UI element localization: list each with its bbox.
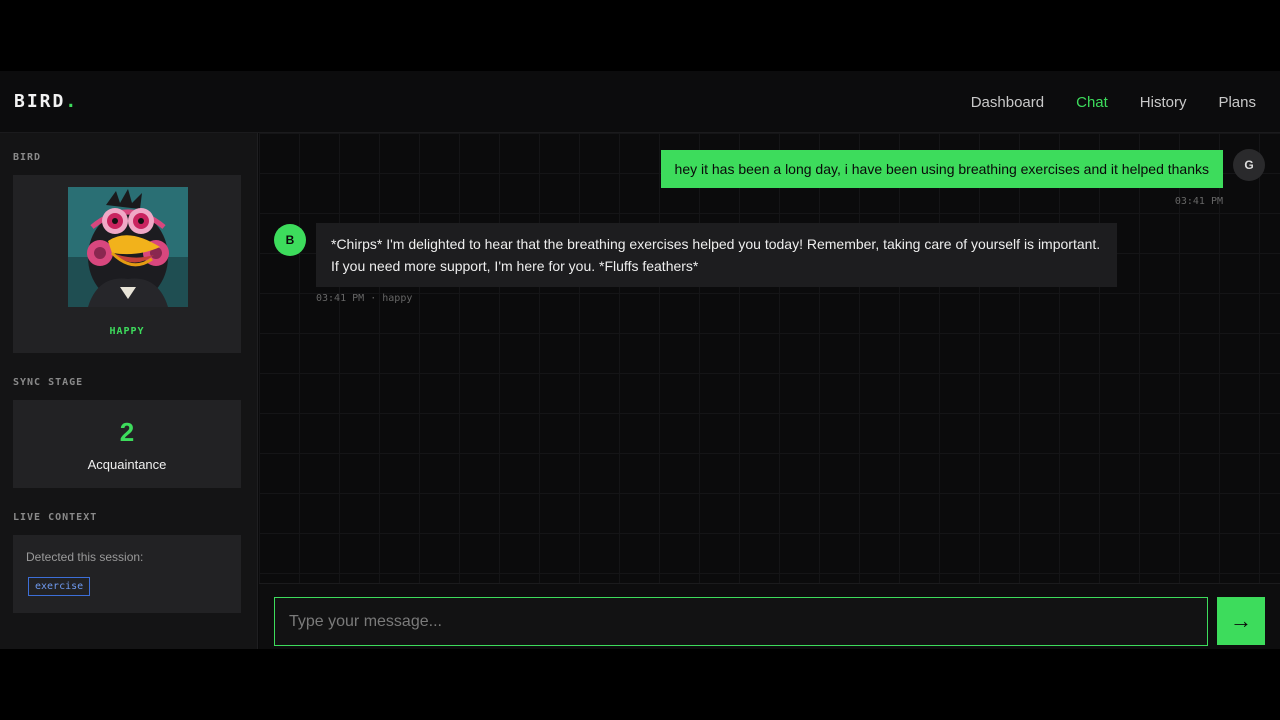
- message-composer: →: [259, 583, 1280, 649]
- bird-avatar-image: [68, 187, 188, 307]
- send-button[interactable]: →: [1217, 597, 1265, 645]
- sync-card: 2 Acquaintance: [13, 400, 241, 488]
- bot-avatar[interactable]: B: [274, 224, 306, 256]
- bot-message-meta: 03:41 PM · happy: [316, 293, 412, 304]
- nav-chat[interactable]: Chat: [1076, 94, 1108, 111]
- top-bar: BIRD. Dashboard Chat History Plans: [0, 71, 1280, 133]
- sync-stage-name: Acquaintance: [87, 457, 167, 472]
- app-window: BIRD. Dashboard Chat History Plans BIRD: [0, 71, 1280, 649]
- bird-avatar: [68, 187, 188, 307]
- message-input[interactable]: [274, 597, 1208, 646]
- nav-plans[interactable]: Plans: [1218, 94, 1256, 111]
- sync-stage-number: 2: [119, 417, 135, 447]
- bird-mood: HAPPY: [109, 326, 145, 337]
- sync-section-label: SYNC STAGE: [13, 377, 84, 388]
- context-tag[interactable]: exercise: [28, 577, 91, 596]
- chat-thread[interactable]: hey it has been a long day, i have been …: [259, 133, 1280, 583]
- bot-message-time: 03:41 PM: [316, 293, 365, 304]
- meta-separator: ·: [370, 293, 377, 304]
- main-nav: Dashboard Chat History Plans: [939, 71, 1256, 133]
- nav-history[interactable]: History: [1140, 94, 1187, 111]
- context-description: Detected this session:: [26, 550, 144, 564]
- bird-card: HAPPY: [13, 175, 241, 353]
- logo[interactable]: BIRD.: [14, 91, 78, 112]
- context-card: Detected this session: exercise: [13, 535, 241, 613]
- logo-dot: .: [65, 91, 79, 112]
- arrow-right-icon: →: [1230, 608, 1252, 633]
- user-message-time: 03:41 PM: [1174, 196, 1223, 207]
- logo-text: BIRD: [14, 91, 66, 112]
- bot-message-mood: happy: [382, 293, 413, 304]
- context-section-label: LIVE CONTEXT: [13, 512, 98, 523]
- bot-message: *Chirps* I'm delighted to hear that the …: [316, 223, 1117, 287]
- nav-dashboard[interactable]: Dashboard: [971, 94, 1044, 111]
- user-message: hey it has been a long day, i have been …: [660, 150, 1223, 188]
- user-avatar[interactable]: G: [1233, 149, 1265, 181]
- sidebar: BIRD HAPPY SYNC STAGE 2 Acquaintance LIV…: [0, 133, 258, 649]
- bird-section-label: BIRD: [13, 152, 42, 163]
